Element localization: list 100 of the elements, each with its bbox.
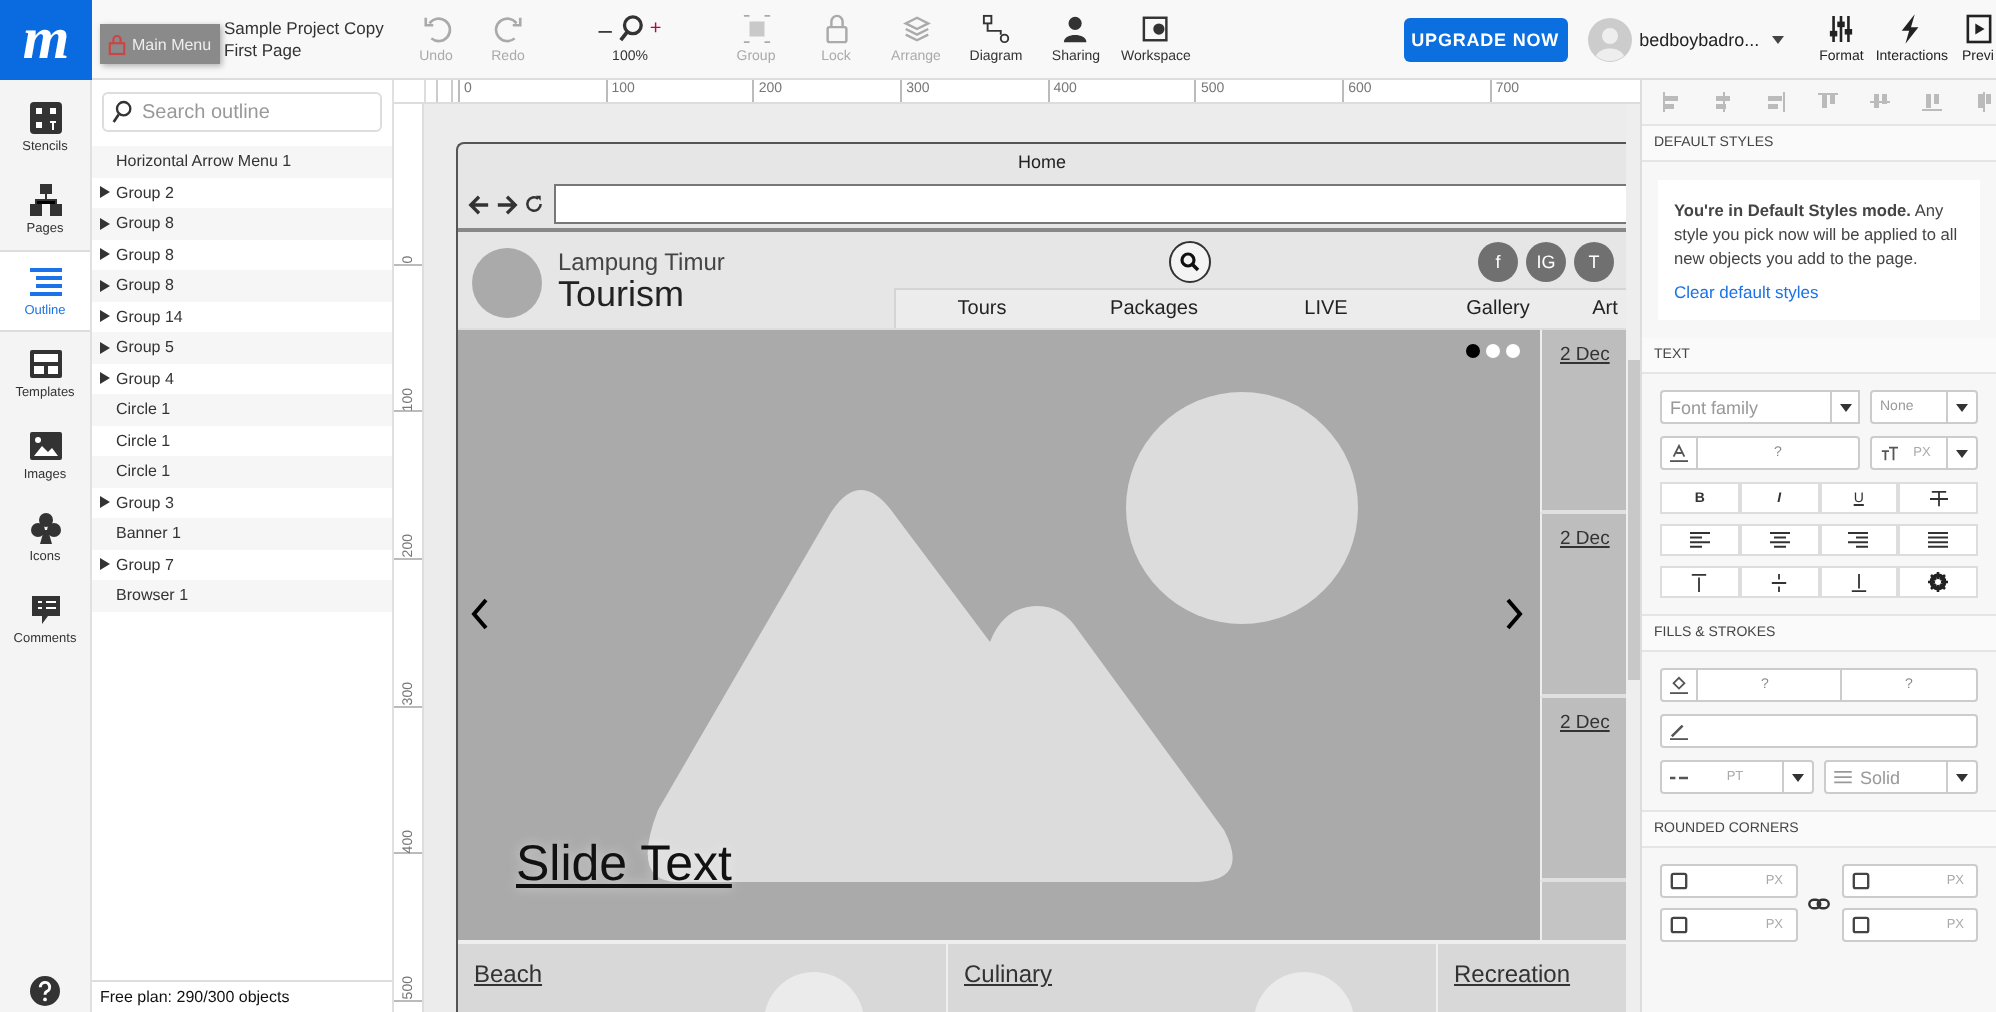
back-arrow-icon[interactable] [468,193,490,215]
news-date[interactable]: 2 Dec [1560,528,1610,550]
carousel-dot[interactable] [1506,344,1520,358]
outline-item[interactable]: Group 4 [92,363,392,394]
outline-label[interactable]: Group 14 [116,307,183,326]
outline-item[interactable]: Group 3 [92,487,392,518]
expand-icon[interactable] [100,279,110,292]
chevron-left-icon[interactable] [470,596,490,632]
align-button[interactable] [1898,524,1978,556]
expand-icon[interactable] [100,558,110,571]
diagram-icon[interactable] [981,14,1011,44]
stroke-color-field[interactable] [1660,714,1978,748]
nav-link[interactable]: Tours [896,298,1068,320]
outline-label[interactable]: Group 8 [116,245,174,264]
social-button[interactable]: f [1478,242,1518,282]
strikethrough-icon [1929,489,1948,507]
outline-label[interactable]: Circle 1 [116,400,171,419]
news-date[interactable]: 2 Dec [1560,712,1610,734]
logo[interactable]: m [0,0,92,79]
dropdown-button[interactable] [1830,390,1860,424]
outline-item[interactable]: Horizontal Arrow Menu 1 [92,146,392,177]
valign-button[interactable] [1898,566,1978,598]
social-button[interactable]: IG [1526,242,1566,282]
font-family-field[interactable]: Font family [1660,390,1830,424]
user-name[interactable]: bedboybadro... [1639,29,1760,49]
expand-icon[interactable] [100,186,110,199]
outline-item[interactable]: Group 14 [92,301,392,332]
outline-label[interactable]: Group 8 [116,276,174,295]
caret-icon[interactable] [1771,35,1784,43]
help-icon[interactable] [30,976,60,1006]
outline-item[interactable]: Circle 1 [92,425,392,456]
outline-label[interactable]: Horizontal Arrow Menu 1 [116,152,292,171]
outline-label[interactable]: Circle 1 [116,431,171,450]
zoom-out-button[interactable]: – [598,15,612,43]
outline-label[interactable]: Circle 1 [116,462,171,481]
expand-icon[interactable] [100,217,110,230]
outline-item[interactable]: Group 7 [92,549,392,580]
outline-item[interactable]: Group 8 [92,208,392,239]
outline-item[interactable]: Group 2 [92,177,392,208]
people-icon[interactable] [1061,14,1091,44]
forward-arrow-icon[interactable] [496,193,518,215]
outline-label[interactable]: Group 3 [116,493,174,512]
outline-label[interactable]: Group 4 [116,369,174,388]
outline-item[interactable]: Banner 1 [92,518,392,549]
outline-label[interactable]: Group 5 [116,338,174,357]
search-field[interactable]: Search outline [102,92,382,132]
category-card[interactable]: Culinary [948,944,1438,1012]
category-title[interactable]: Beach [474,960,543,988]
outline-item[interactable]: Group 5 [92,332,392,363]
expand-icon[interactable] [100,310,110,323]
category-title[interactable]: Culinary [964,960,1053,988]
category-title[interactable]: Recreation [1454,960,1571,988]
expand-icon[interactable] [100,248,110,261]
carousel-dot[interactable] [1466,344,1480,358]
category-card[interactable]: Recreation [1438,944,1626,1012]
outline-label[interactable]: Banner 1 [116,524,181,543]
nav-link[interactable]: Gallery [1412,298,1584,320]
align-button[interactable] [1739,524,1819,556]
outline-item[interactable]: Group 8 [92,270,392,301]
outline-label[interactable]: Group 8 [116,214,174,233]
link-icon[interactable] [1808,897,1830,909]
chevron-right-icon[interactable] [1504,596,1524,632]
expand-icon[interactable] [100,341,110,354]
caret-icon[interactable] [1839,403,1851,411]
outline-item[interactable]: Group 8 [92,239,392,270]
outline-label[interactable]: Group 2 [116,183,174,202]
news-date[interactable]: 2 Dec [1560,344,1610,366]
caret-icon[interactable] [1956,773,1968,781]
caret-icon[interactable] [1792,773,1804,781]
browser-mockup[interactable]: Home Lampung Timur Tourism f IG T Tours Packages LIVE Gallery Art Slide Text 2 Dec 2 Dec 2 Dec Beach Culinary Recreation [456,142,1626,1012]
slide-text[interactable]: Slide Text [516,836,732,894]
project-title[interactable]: Sample Project Copy [224,17,400,39]
nav-link[interactable]: Packages [1068,298,1240,320]
clear-styles-link[interactable]: Clear default styles [1674,282,1964,302]
outline-item[interactable]: Circle 1 [92,456,392,487]
page-title[interactable]: First Page [224,39,400,61]
outline-label[interactable]: Group 7 [116,555,174,574]
outline-item[interactable]: Browser 1 [92,580,392,611]
play-icon[interactable] [1965,14,1991,44]
caret-icon[interactable] [1955,449,1968,457]
carousel-dot[interactable] [1486,344,1500,358]
search-icon[interactable] [617,14,644,44]
category-card[interactable]: Beach [458,944,948,1012]
address-field[interactable] [554,184,1626,224]
expand-icon[interactable] [100,496,110,509]
search-icon[interactable] [1168,240,1212,284]
sliders-icon[interactable] [1828,14,1855,44]
caret-icon[interactable] [1956,403,1968,411]
strikethrough-button[interactable] [1898,482,1978,514]
zoom-in-button[interactable]: + [649,18,662,40]
outline-label[interactable]: Browser 1 [116,586,189,605]
outline-item[interactable]: Circle 1 [92,394,392,425]
align-button[interactable] [1819,524,1899,556]
upgrade-button[interactable]: UPGRADE NOW [1403,17,1568,61]
nav-link[interactable]: Art [1584,298,1626,320]
align-button[interactable] [1660,524,1740,556]
expand-icon[interactable] [100,372,110,385]
social-button[interactable]: T [1574,242,1614,282]
reload-icon[interactable] [524,194,544,214]
nav-link[interactable]: LIVE [1240,298,1412,320]
